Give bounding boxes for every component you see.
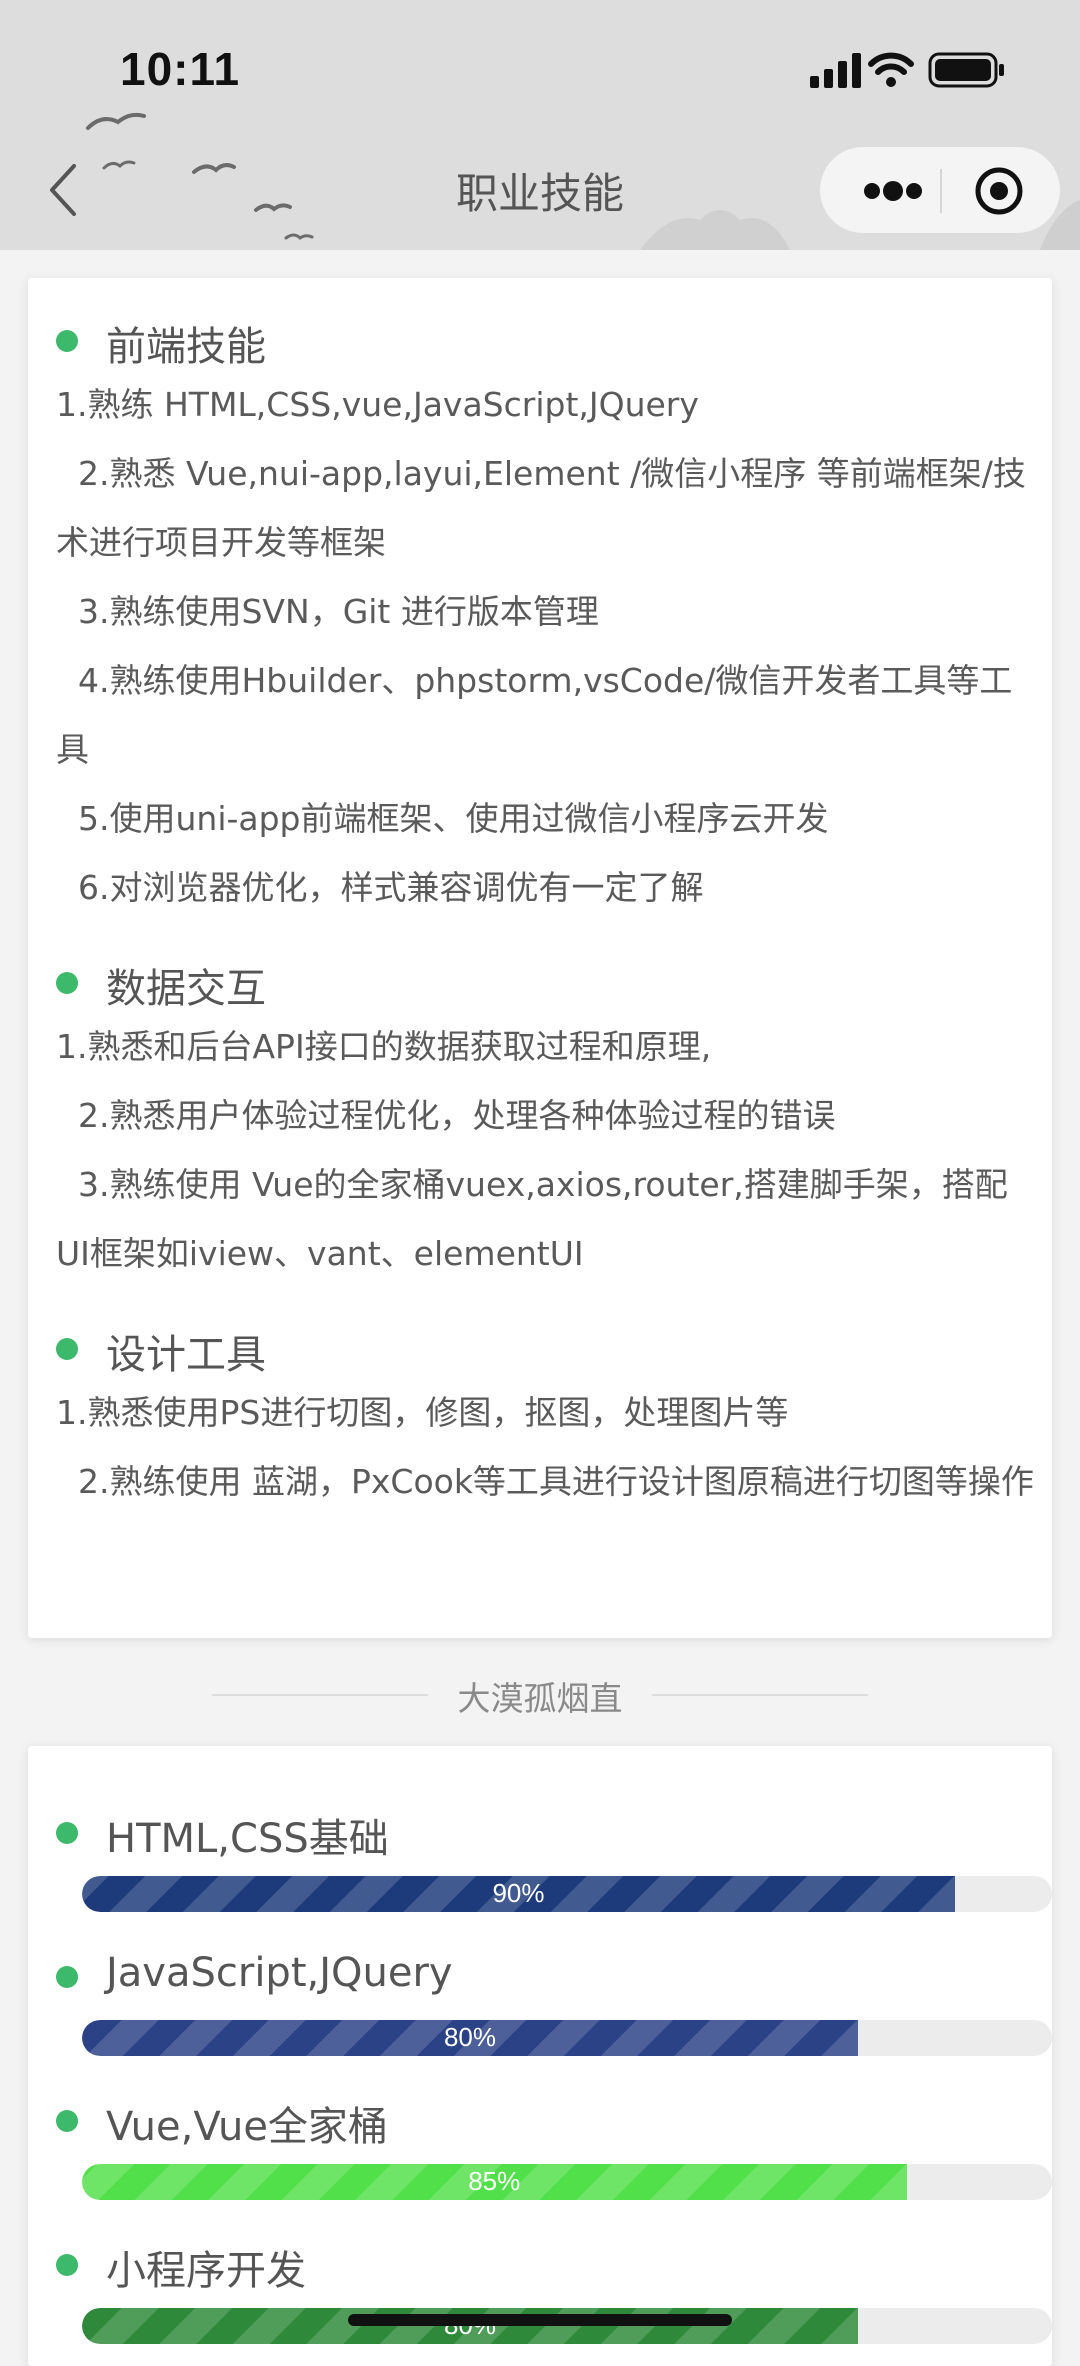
progress-track: 90% bbox=[82, 1876, 1052, 1912]
bullet-dot bbox=[56, 972, 78, 994]
progress-label: 80% bbox=[443, 2022, 497, 2052]
list-item: 3.熟练使用SVN，Git 进行版本管理 bbox=[78, 592, 599, 631]
wifi-icon bbox=[868, 52, 914, 87]
divider-text: 大漠孤烟直 bbox=[437, 1679, 643, 1718]
bullet-dot bbox=[56, 2254, 78, 2276]
progress-fill: 80% bbox=[82, 2020, 858, 2056]
section-title: 设计工具 bbox=[106, 1332, 266, 1378]
progress-fill: 90% bbox=[82, 1876, 955, 1912]
bullet-dot bbox=[56, 1822, 78, 1844]
more-options-icon[interactable] bbox=[852, 171, 934, 211]
skill-name: 小程序开发 bbox=[106, 2248, 306, 2294]
list-item: 3.熟练使用 Vue的全家桶vuex,axios,router,搭建脚手架，搭配… bbox=[56, 1165, 1008, 1273]
skill-level-card: HTML,CSS基础 90% JavaScript,JQuery 80% Vue… bbox=[28, 1746, 1052, 2366]
bullet-dot bbox=[56, 1966, 78, 1988]
list-item: 2.熟悉用户体验过程优化，处理各种体验过程的错误 bbox=[78, 1096, 836, 1135]
divider-text-wrap: 大漠孤烟直 bbox=[0, 1672, 1080, 1720]
section-title: 数据交互 bbox=[106, 966, 266, 1012]
top-bar: 10:11 职业技能 bbox=[0, 0, 1080, 250]
cellular-signal-icon bbox=[810, 53, 861, 88]
section-body-data: 1.熟悉和后台API接口的数据获取过程和原理, 2.熟悉用户体验过程优化，处理各… bbox=[56, 1012, 1036, 1288]
list-item: 2.熟悉 Vue,nui-app,layui,Element /微信小程序 等前… bbox=[56, 454, 1026, 562]
capsule-divider bbox=[940, 169, 942, 213]
list-item: 5.使用uni-app前端框架、使用过微信小程序云开发 bbox=[78, 799, 829, 838]
section-body-design: 1.熟悉使用PS进行切图，修图，抠图，处理图片等 2.熟练使用 蓝湖，PxCoo… bbox=[56, 1378, 1036, 1516]
section-title: 前端技能 bbox=[106, 324, 266, 370]
bullet-dot bbox=[56, 1338, 78, 1360]
progress-track: 80% bbox=[82, 2020, 1052, 2056]
list-item: 4.熟练使用Hbuilder、phpstorm,vsCode/微信开发者工具等工… bbox=[56, 661, 1013, 769]
skill-name: JavaScript,JQuery bbox=[106, 1950, 453, 1996]
list-item: 2.熟练使用 蓝湖，PxCook等工具进行设计图原稿进行切图等操作 bbox=[78, 1462, 1034, 1501]
close-miniprogram-icon[interactable] bbox=[973, 165, 1025, 217]
list-item: 1.熟练 HTML,CSS,vue,JavaScript,JQuery bbox=[56, 385, 699, 424]
section-body-frontend: 1.熟练 HTML,CSS,vue,JavaScript,JQuery 2.熟悉… bbox=[56, 370, 1036, 922]
skills-description-card: 前端技能 1.熟练 HTML,CSS,vue,JavaScript,JQuery… bbox=[28, 278, 1052, 1638]
section-divider: 大漠孤烟直 bbox=[0, 1668, 1080, 1720]
status-time: 10:11 bbox=[120, 43, 241, 95]
list-item: 1.熟悉使用PS进行切图，修图，抠图，处理图片等 bbox=[56, 1393, 789, 1432]
bullet-dot bbox=[56, 2110, 78, 2132]
skill-name: HTML,CSS基础 bbox=[106, 1816, 389, 1862]
home-indicator bbox=[348, 2314, 732, 2326]
miniprogram-capsule bbox=[820, 147, 1060, 233]
progress-label: 85% bbox=[468, 2166, 521, 2196]
list-item: 6.对浏览器优化，样式兼容调优有一定了解 bbox=[78, 868, 704, 907]
battery-icon bbox=[928, 52, 1004, 88]
progress-track: 85% bbox=[82, 2164, 1052, 2200]
bullet-dot bbox=[56, 330, 78, 352]
progress-label: 90% bbox=[492, 1878, 545, 1908]
skill-name: Vue,Vue全家桶 bbox=[106, 2104, 388, 2150]
progress-fill: 85% bbox=[82, 2164, 907, 2200]
list-item: 1.熟悉和后台API接口的数据获取过程和原理, bbox=[56, 1027, 712, 1066]
